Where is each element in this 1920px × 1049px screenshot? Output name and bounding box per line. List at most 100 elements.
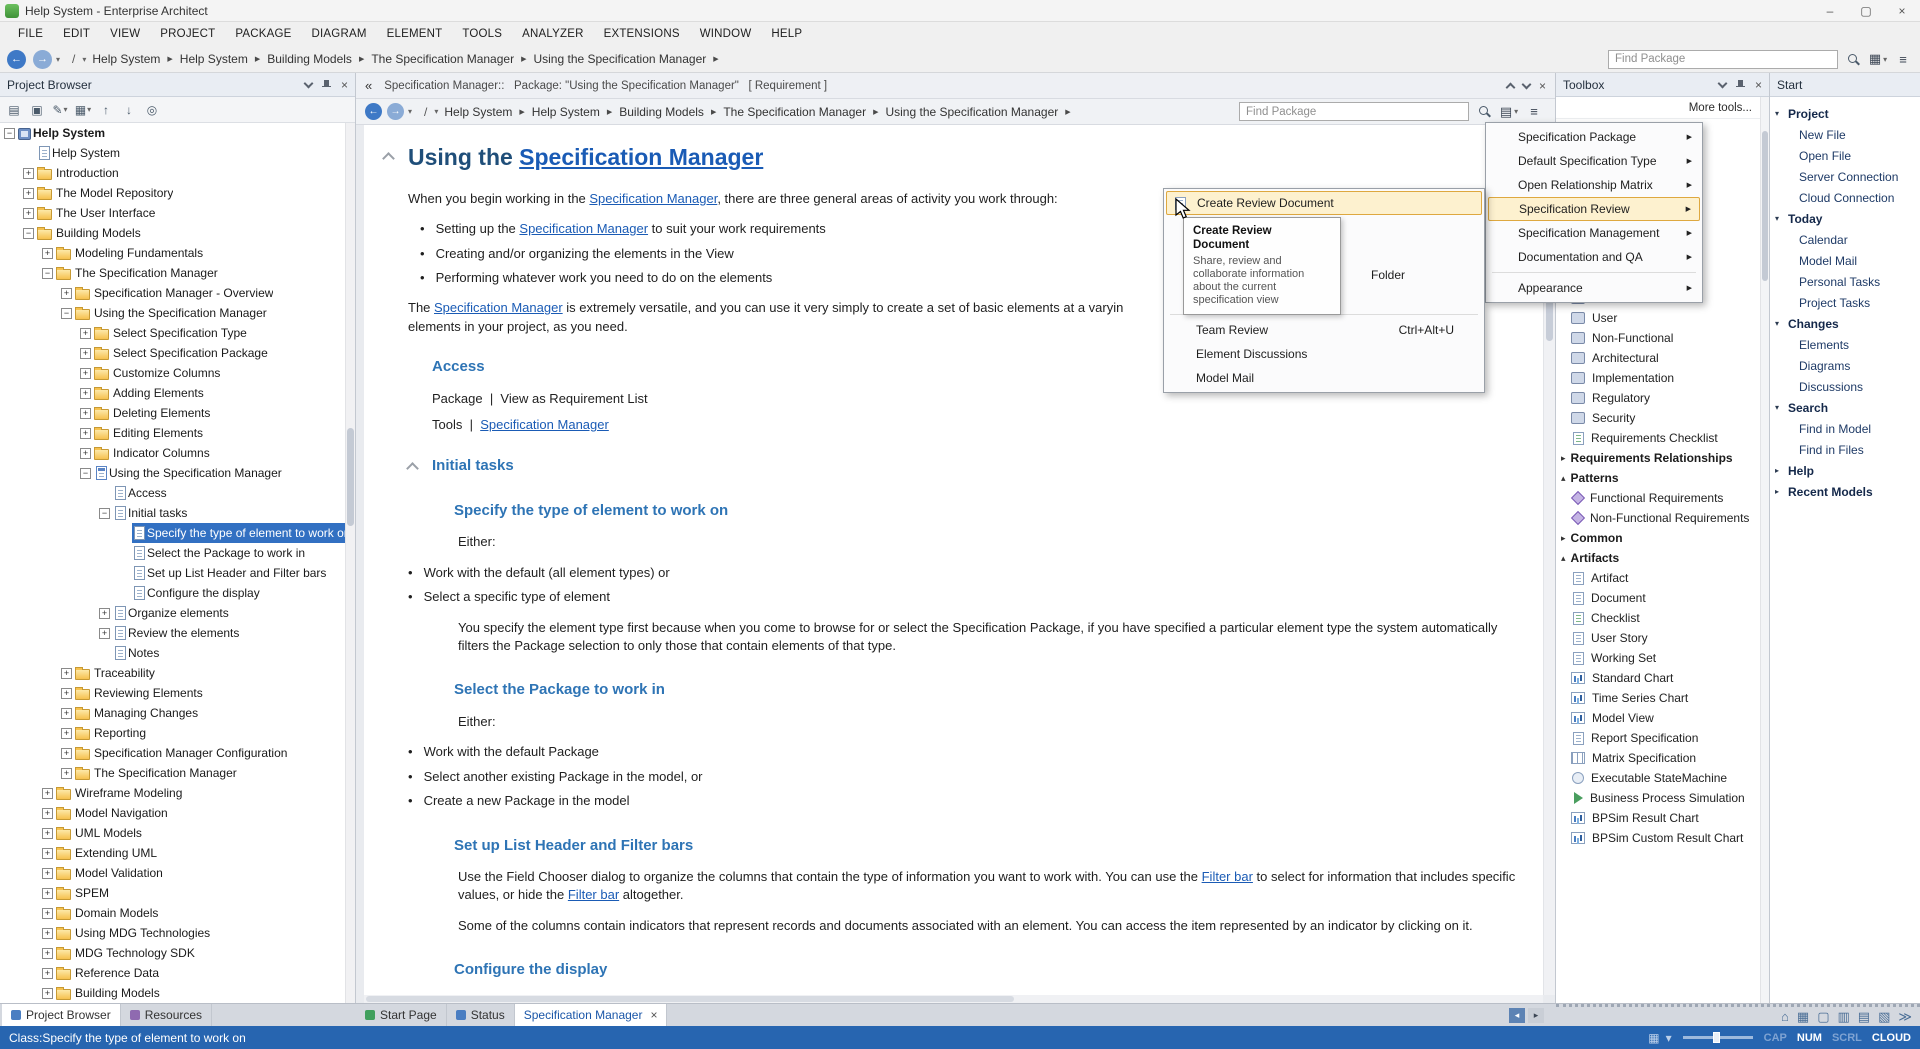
start-item-server-connection[interactable]: Server Connection <box>1775 166 1918 187</box>
tree-item-using-the-specification-manager[interactable]: −Using the Specification Manager <box>0 463 345 483</box>
toolbox-group-requirements-relationships[interactable]: ▸Requirements Relationships <box>1556 448 1760 468</box>
breadcrumb-item-building-models[interactable]: Building Models <box>267 52 352 66</box>
breadcrumb-item-help-system[interactable]: Help System <box>444 105 512 119</box>
expand-plus-icon[interactable]: + <box>42 828 53 839</box>
breadcrumb-dropdown-icon[interactable]: ▾ <box>82 55 86 64</box>
menubar-item-file[interactable]: FILE <box>8 28 53 40</box>
chevron-up-icon[interactable] <box>1506 82 1516 92</box>
menubar-item-tools[interactable]: TOOLS <box>452 28 512 40</box>
history-dropdown-icon[interactable]: ▾ <box>56 55 60 64</box>
tab-specification-manager[interactable]: Specification Manager× <box>515 1004 668 1026</box>
tree-item-help-system[interactable]: Help System <box>0 143 345 163</box>
collapse-sidebar-icon[interactable]: « <box>365 78 372 93</box>
expand-plus-icon[interactable]: + <box>61 748 72 759</box>
menubar-item-edit[interactable]: EDIT <box>53 28 100 40</box>
doc-link[interactable]: Specification Manager <box>434 300 563 315</box>
move-down-icon[interactable]: ↓ <box>119 100 139 120</box>
grid-icon[interactable]: ▤ <box>1858 1009 1870 1025</box>
context-menu-item-element-discussions[interactable]: Element Discussions <box>1166 342 1482 366</box>
project-tree-scrollbar[interactable] <box>345 123 355 1003</box>
tree-item-adding-elements[interactable]: +Adding Elements <box>0 383 345 403</box>
start-section-help[interactable]: ▸Help <box>1775 460 1918 481</box>
find-package-input[interactable] <box>1608 50 1838 69</box>
start-item-elements[interactable]: Elements <box>1775 334 1918 355</box>
more-icon[interactable]: ≫ <box>1898 1009 1912 1025</box>
expand-plus-icon[interactable]: + <box>80 448 91 459</box>
toolbox-item-checklist[interactable]: Checklist <box>1556 608 1760 628</box>
expand-plus-icon[interactable]: + <box>42 968 53 979</box>
chevron-down-icon[interactable] <box>1522 79 1532 89</box>
breadcrumb-root[interactable]: / <box>424 105 427 119</box>
breadcrumb-item-help-system[interactable]: Help System <box>92 52 160 66</box>
tree-item-select-specification-type[interactable]: +Select Specification Type <box>0 323 345 343</box>
tree-item-managing-changes[interactable]: +Managing Changes <box>0 703 345 723</box>
tree-item-select-the-package-to-work-in[interactable]: Select the Package to work in <box>0 543 345 563</box>
expand-plus-icon[interactable]: + <box>80 368 91 379</box>
expand-plus-icon[interactable]: + <box>42 988 53 999</box>
dropdown-menu-item-open-relationship-matrix[interactable]: Open Relationship Matrix▶ <box>1488 173 1700 197</box>
toolbox-item-bpsim-custom-result-chart[interactable]: BPSim Custom Result Chart <box>1556 828 1760 848</box>
start-item-discussions[interactable]: Discussions <box>1775 376 1918 397</box>
panel-close-icon[interactable]: × <box>341 78 348 92</box>
specification-menu-button[interactable]: ≡ <box>1524 102 1544 122</box>
tree-item-using-the-specification-manager[interactable]: −Using the Specification Manager <box>0 303 345 323</box>
menubar-item-extensions[interactable]: EXTENSIONS <box>594 28 690 40</box>
document-close-icon[interactable]: × <box>1539 79 1546 93</box>
tab-start-page[interactable]: Start Page <box>356 1004 447 1026</box>
toolbox-item-artifact[interactable]: Artifact <box>1556 568 1760 588</box>
dropdown-menu-item-specification-review[interactable]: Specification Review▶ <box>1488 197 1700 221</box>
menubar-item-help[interactable]: HELP <box>761 28 812 40</box>
menubar-item-view[interactable]: VIEW <box>100 28 150 40</box>
start-section-project[interactable]: ▾Project <box>1775 103 1918 124</box>
toolbox-item-security[interactable]: Security <box>1556 408 1760 428</box>
minimize-button[interactable]: – <box>1812 0 1848 21</box>
expand-plus-icon[interactable]: + <box>80 428 91 439</box>
move-up-icon[interactable]: ↑ <box>96 100 116 120</box>
tree-item-set-up-list-header-and-filter-bars[interactable]: Set up List Header and Filter bars <box>0 563 345 583</box>
panel-menu-icon[interactable] <box>304 78 314 88</box>
doc-link[interactable]: Specification Manager <box>519 221 648 236</box>
doc-link[interactable]: Specification Manager <box>589 191 717 206</box>
menubar-item-element[interactable]: ELEMENT <box>377 28 453 40</box>
context-menu-item-model-mail[interactable]: Model Mail <box>1166 366 1482 390</box>
tree-item-customize-columns[interactable]: +Customize Columns <box>0 363 345 383</box>
tree-item-mdg-technology-sdk[interactable]: +MDG Technology SDK <box>0 943 345 963</box>
tree-item-spem[interactable]: +SPEM <box>0 883 345 903</box>
toolbox-item-time-series-chart[interactable]: Time Series Chart <box>1556 688 1760 708</box>
toolbox-group-common[interactable]: ▸Common <box>1556 528 1760 548</box>
tree-item-reviewing-elements[interactable]: +Reviewing Elements <box>0 683 345 703</box>
toolbox-item-requirements-checklist[interactable]: Requirements Checklist <box>1556 428 1760 448</box>
menubar-item-package[interactable]: PACKAGE <box>225 28 301 40</box>
tree-item-select-specification-package[interactable]: +Select Specification Package <box>0 343 345 363</box>
toolbox-item-standard-chart[interactable]: Standard Chart <box>1556 668 1760 688</box>
start-item-diagrams[interactable]: Diagrams <box>1775 355 1918 376</box>
tree-item-model-validation[interactable]: +Model Validation <box>0 863 345 883</box>
tree-item-access[interactable]: Access <box>0 483 345 503</box>
collapse-minus-icon[interactable]: − <box>99 508 110 519</box>
grid-icon[interactable]: ▦ <box>1648 1031 1659 1045</box>
expand-plus-icon[interactable]: + <box>42 248 53 259</box>
toolbox-item-working-set[interactable]: Working Set <box>1556 648 1760 668</box>
expand-plus-icon[interactable]: + <box>23 208 34 219</box>
view-options-button[interactable]: ▤▾ <box>1499 102 1519 122</box>
close-tab-icon[interactable]: × <box>650 1008 657 1022</box>
back-button[interactable]: ← <box>365 103 382 120</box>
scrollbar-thumb[interactable] <box>1762 131 1768 281</box>
search-button[interactable] <box>1843 49 1863 69</box>
close-button[interactable]: × <box>1884 0 1920 21</box>
toolbox-group-patterns[interactable]: ▴Patterns <box>1556 468 1760 488</box>
start-item-model-mail[interactable]: Model Mail <box>1775 250 1918 271</box>
toolbox-item-user[interactable]: User <box>1556 308 1760 328</box>
collapse-minus-icon[interactable]: − <box>4 128 15 139</box>
portals-icon[interactable]: ▥ <box>1838 1009 1850 1025</box>
tree-item-the-model-repository[interactable]: +The Model Repository <box>0 183 345 203</box>
doc-link[interactable]: Specification Manager <box>519 144 763 170</box>
tree-item-reporting[interactable]: +Reporting <box>0 723 345 743</box>
toolbar-menu-button[interactable]: ≡ <box>1893 49 1913 69</box>
expand-plus-icon[interactable]: + <box>42 928 53 939</box>
tree-item-indicator-columns[interactable]: +Indicator Columns <box>0 443 345 463</box>
view-options-button[interactable]: ▦▾ <box>1868 49 1888 69</box>
context-menu-item-create-review-document[interactable]: Create Review Document <box>1166 191 1482 215</box>
tree-item-building-models[interactable]: −Building Models <box>0 223 345 243</box>
toolbox-item-business-process-simulation[interactable]: Business Process Simulation <box>1556 788 1760 808</box>
